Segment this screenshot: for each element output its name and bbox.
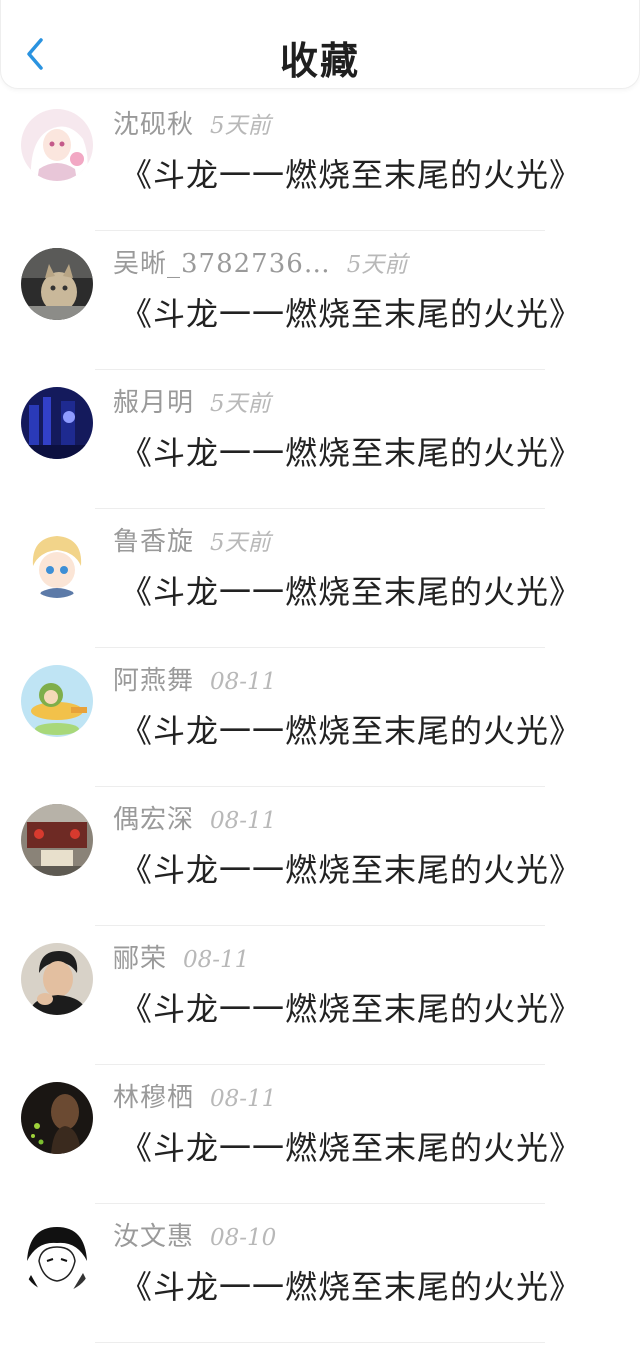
item-meta: 汝文惠 08-10: [113, 1216, 276, 1253]
list-item[interactable]: 偶宏深 08-11 《斗龙一一燃烧至末尾的火光》: [0, 787, 640, 926]
item-content[interactable]: 《斗龙一一燃烧至末尾的火光》: [120, 150, 582, 196]
timestamp: 08-11: [183, 947, 250, 973]
item-meta: 鲁香旋 5天前: [113, 521, 271, 558]
avatar[interactable]: [21, 1221, 93, 1293]
avatar[interactable]: [21, 665, 93, 737]
item-content[interactable]: 《斗龙一一燃烧至末尾的火光》: [120, 1262, 582, 1308]
timestamp: 08-11: [210, 669, 277, 695]
user-name[interactable]: 林穆栖: [113, 1083, 194, 1113]
divider: [95, 1342, 545, 1343]
avatar[interactable]: [21, 526, 93, 598]
item-meta: 偶宏深 08-11: [113, 799, 276, 836]
user-name[interactable]: 阿燕舞: [113, 666, 194, 696]
timestamp: 5天前: [210, 391, 271, 417]
list-item[interactable]: 郦荣 08-11 《斗龙一一燃烧至末尾的火光》: [0, 926, 640, 1065]
item-content[interactable]: 《斗龙一一燃烧至末尾的火光》: [120, 428, 582, 474]
user-name[interactable]: 鲁香旋: [113, 527, 194, 557]
item-meta: 赧月明 5天前: [113, 382, 271, 419]
timestamp: 08-10: [210, 1225, 277, 1251]
item-content[interactable]: 《斗龙一一燃烧至末尾的火光》: [120, 1123, 582, 1169]
timestamp: 5天前: [210, 113, 271, 139]
timestamp: 5天前: [210, 530, 271, 556]
list-item[interactable]: 汝文惠 08-10 《斗龙一一燃烧至末尾的火光》: [0, 1204, 640, 1343]
item-content[interactable]: 《斗龙一一燃烧至末尾的火光》: [120, 845, 582, 891]
avatar[interactable]: [21, 804, 93, 876]
item-content[interactable]: 《斗龙一一燃烧至末尾的火光》: [120, 984, 582, 1030]
favorites-list: 沈砚秋 5天前 《斗龙一一燃烧至末尾的火光》 吴晰_3782736… 5天前 《斗龙…: [0, 92, 640, 1343]
user-name[interactable]: 偶宏深: [113, 805, 194, 835]
avatar[interactable]: [21, 248, 93, 320]
top-bar: 收藏: [0, 0, 640, 89]
avatar[interactable]: [21, 943, 93, 1015]
item-meta: 郦荣 08-11: [113, 938, 249, 975]
list-item[interactable]: 赧月明 5天前 《斗龙一一燃烧至末尾的火光》: [0, 370, 640, 509]
item-meta: 沈砚秋 5天前: [113, 104, 271, 141]
timestamp: 08-11: [210, 808, 277, 834]
list-item[interactable]: 沈砚秋 5天前 《斗龙一一燃烧至末尾的火光》: [0, 92, 640, 231]
user-name[interactable]: 郦荣: [113, 944, 167, 974]
user-name[interactable]: 吴晰_3782736…: [113, 249, 331, 279]
user-name[interactable]: 沈砚秋: [113, 110, 194, 140]
avatar[interactable]: [21, 1082, 93, 1154]
item-meta: 吴晰_3782736… 5天前: [113, 243, 407, 280]
avatar[interactable]: [21, 109, 93, 181]
user-name[interactable]: 赧月明: [113, 388, 194, 418]
list-item[interactable]: 鲁香旋 5天前 《斗龙一一燃烧至末尾的火光》: [0, 509, 640, 648]
timestamp: 08-11: [210, 1086, 277, 1112]
item-meta: 阿燕舞 08-11: [113, 660, 276, 697]
list-item[interactable]: 林穆栖 08-11 《斗龙一一燃烧至末尾的火光》: [0, 1065, 640, 1204]
item-content[interactable]: 《斗龙一一燃烧至末尾的火光》: [120, 567, 582, 613]
user-name[interactable]: 汝文惠: [113, 1222, 194, 1252]
list-item[interactable]: 阿燕舞 08-11 《斗龙一一燃烧至末尾的火光》: [0, 648, 640, 787]
page-title: 收藏: [279, 38, 360, 83]
timestamp: 5天前: [346, 252, 408, 278]
item-meta: 林穆栖 08-11: [113, 1077, 276, 1114]
avatar[interactable]: [21, 387, 93, 459]
item-content[interactable]: 《斗龙一一燃烧至末尾的火光》: [120, 706, 582, 752]
list-item[interactable]: 吴晰_3782736… 5天前 《斗龙一一燃烧至末尾的火光》: [0, 231, 640, 370]
item-content[interactable]: 《斗龙一一燃烧至末尾的火光》: [120, 289, 582, 335]
